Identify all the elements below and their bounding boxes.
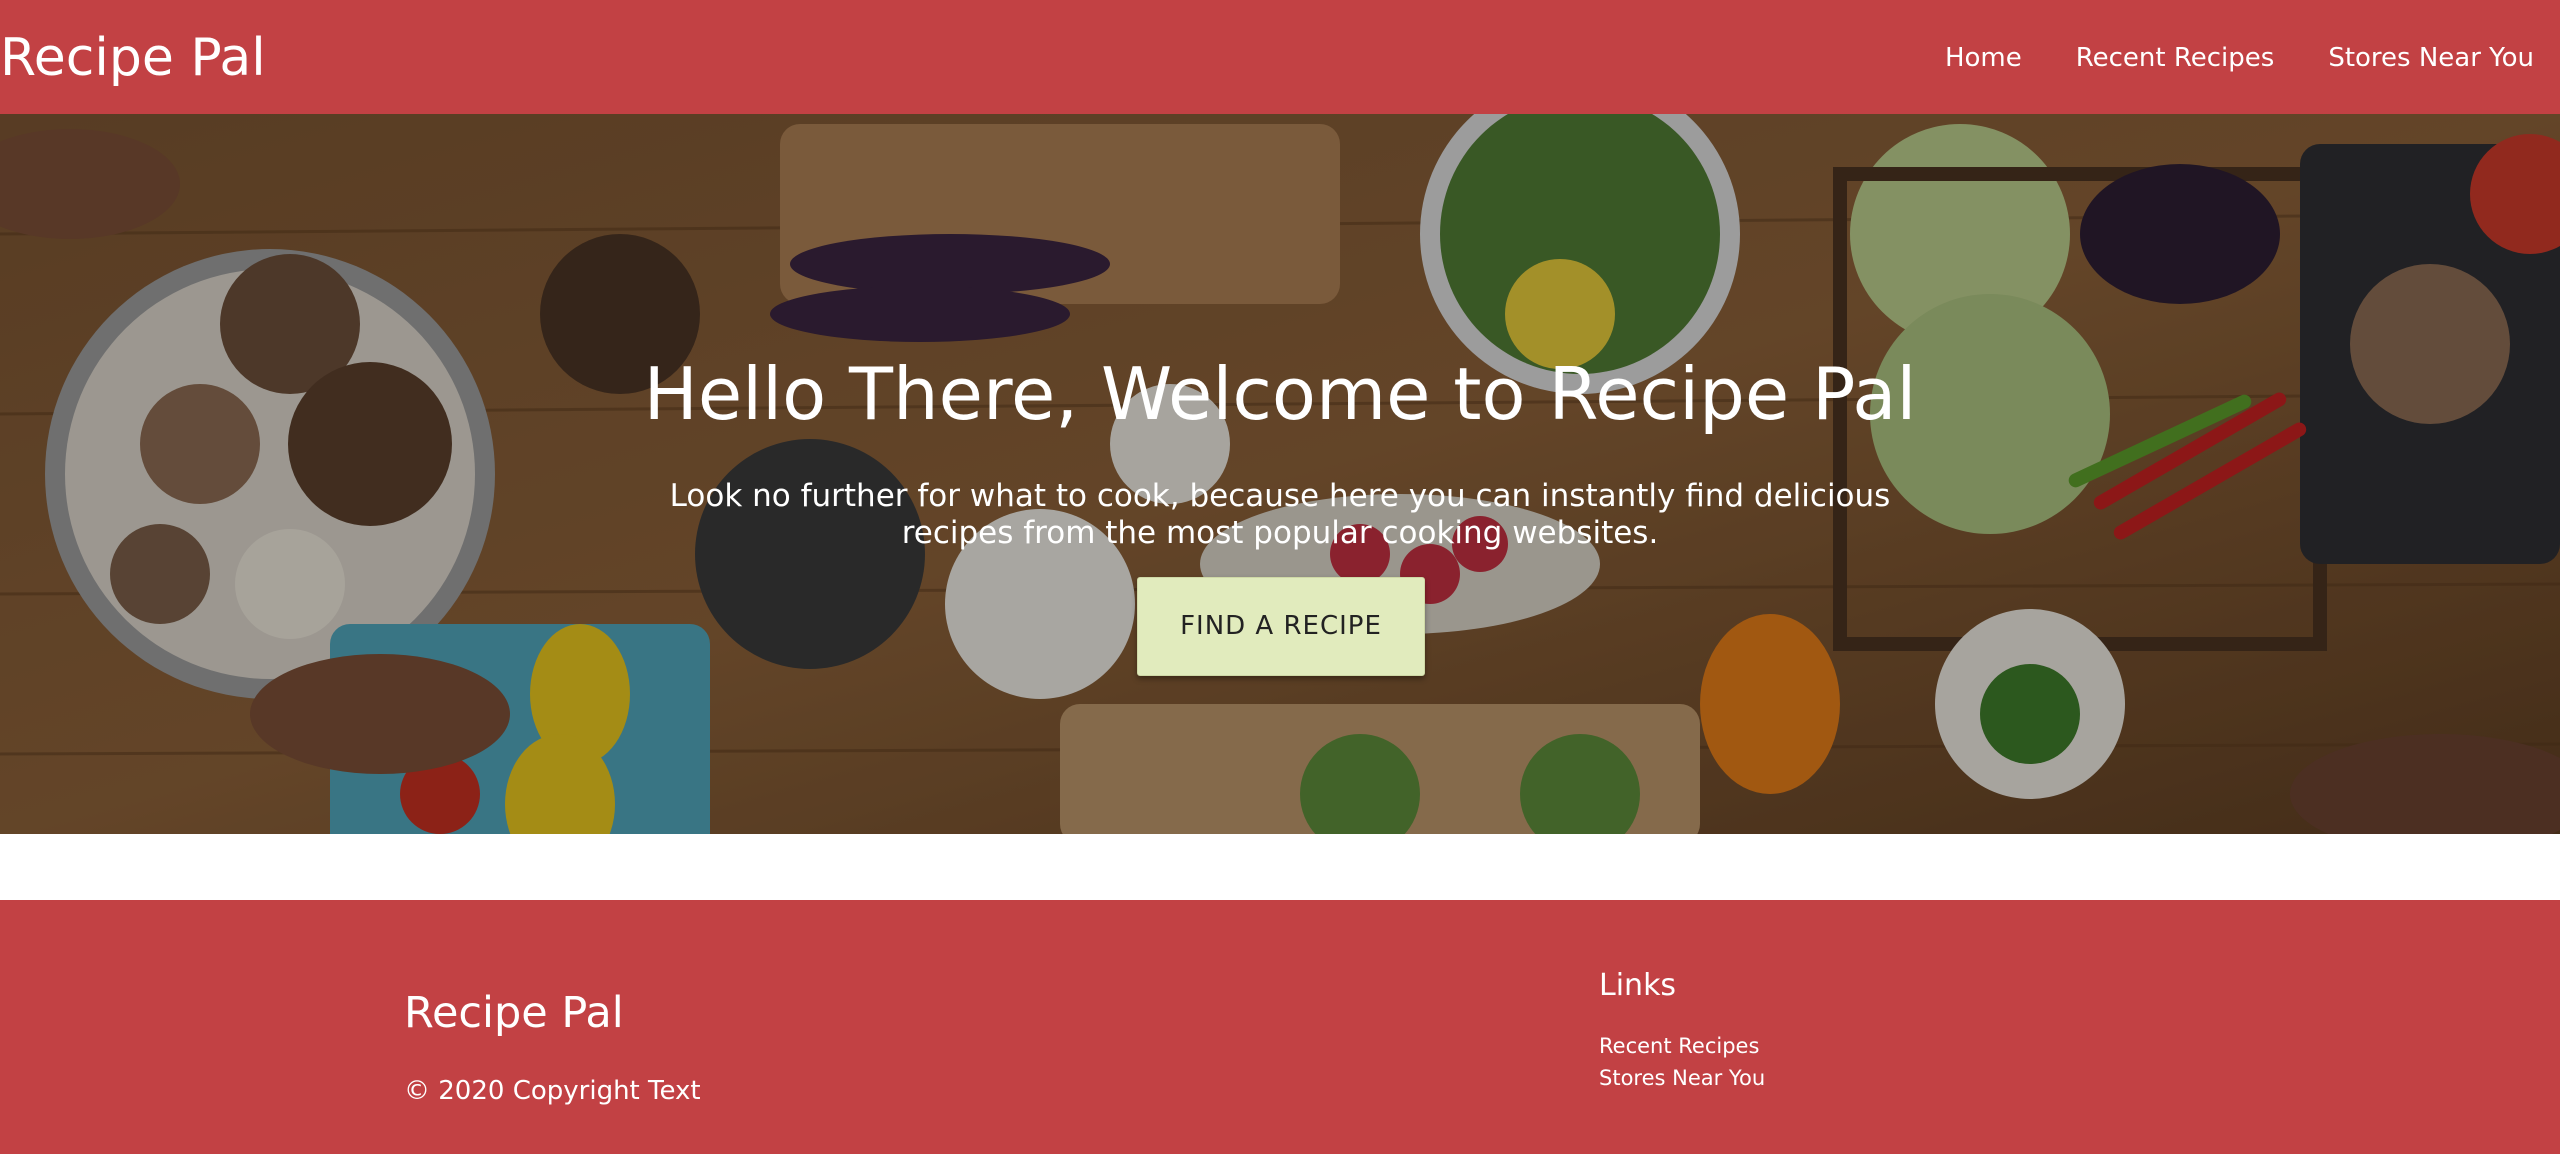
copyright-text: © 2020 Copyright Text <box>404 1076 701 1106</box>
navbar: Recipe Pal Home Recent Recipes Stores Ne… <box>0 0 2560 114</box>
brand-logo-link[interactable]: Recipe Pal <box>0 26 266 90</box>
footer-links: Recent Recipes Stores Near You <box>1599 1030 1765 1094</box>
footer: Recipe Pal © 2020 Copyright Text Links R… <box>0 900 2560 1154</box>
nav-link-recent-recipes[interactable]: Recent Recipes <box>2076 38 2275 78</box>
hero-overlay <box>0 114 2560 834</box>
find-recipe-button[interactable]: FIND A RECIPE <box>1137 577 1425 676</box>
footer-link-recent-recipes[interactable]: Recent Recipes <box>1599 1030 1765 1062</box>
footer-link-stores-near-you[interactable]: Stores Near You <box>1599 1062 1765 1094</box>
hero-section: Hello There, Welcome to Recipe Pal Look … <box>0 114 2560 834</box>
footer-brand: Recipe Pal <box>404 988 624 1038</box>
nav-links: Home Recent Recipes Stores Near You <box>1945 38 2534 78</box>
nav-link-stores-near-you[interactable]: Stores Near You <box>2328 38 2534 78</box>
nav-link-home[interactable]: Home <box>1945 38 2022 78</box>
hero-subtitle: Look no further for what to cook, becaus… <box>669 478 1891 551</box>
footer-links-heading: Links <box>1599 968 1677 1003</box>
hero-title: Hello There, Welcome to Recipe Pal <box>643 352 1917 436</box>
